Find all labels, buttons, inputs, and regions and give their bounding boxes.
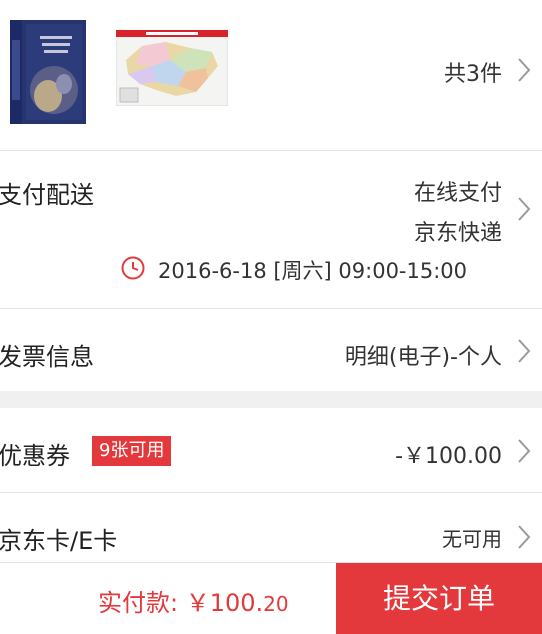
jd-card-row[interactable]: 京东卡/E卡 无可用: [0, 493, 542, 563]
delivery-time: 2016-6-18 [周六] 09:00-15:00: [158, 259, 468, 283]
submit-order-button[interactable]: 提交订单: [336, 563, 542, 634]
courier-name: 京东快递: [413, 221, 502, 246]
amount-paid: 实付款: ￥100.20: [98, 583, 289, 618]
clock-icon: [120, 255, 146, 281]
jd-card-label: 京东卡/E卡: [0, 527, 118, 555]
invoice-row[interactable]: 发票信息 明细(电子)-个人: [0, 309, 542, 391]
checkout-bar: 实付款: ￥100.20 提交订单: [0, 562, 542, 634]
invoice-label: 发票信息: [0, 343, 94, 371]
amount-paid-cents: 20: [263, 592, 289, 616]
invoice-value: 明细(电子)-个人: [344, 345, 502, 370]
payment-delivery-row[interactable]: 支付配送 在线支付 京东快递 2016-6-18 [周六] 09:00-15:0…: [0, 151, 542, 308]
chevron-right-icon: [516, 195, 532, 223]
amount-paid-label: 实付款: ￥100.: [98, 589, 264, 617]
payment-method: 在线支付: [413, 181, 502, 206]
coupon-value: -￥100.00: [395, 444, 502, 469]
product-count: 共3件: [444, 62, 502, 87]
product-image-map: [115, 29, 229, 107]
product-image-book: [10, 20, 86, 124]
section-gap: [0, 391, 542, 408]
coupon-label: 优惠券: [0, 442, 70, 470]
coupon-available-badge: 9张可用: [92, 436, 172, 466]
product-list-row[interactable]: 共3件: [0, 0, 542, 150]
chevron-right-icon: [516, 337, 532, 365]
chevron-right-icon: [516, 56, 532, 84]
jd-card-value: 无可用: [442, 527, 502, 551]
coupon-row[interactable]: 优惠券 9张可用 -￥100.00: [0, 408, 542, 492]
chevron-right-icon: [516, 523, 532, 551]
chevron-right-icon: [516, 437, 532, 465]
payment-delivery-label: 支付配送: [0, 181, 94, 209]
